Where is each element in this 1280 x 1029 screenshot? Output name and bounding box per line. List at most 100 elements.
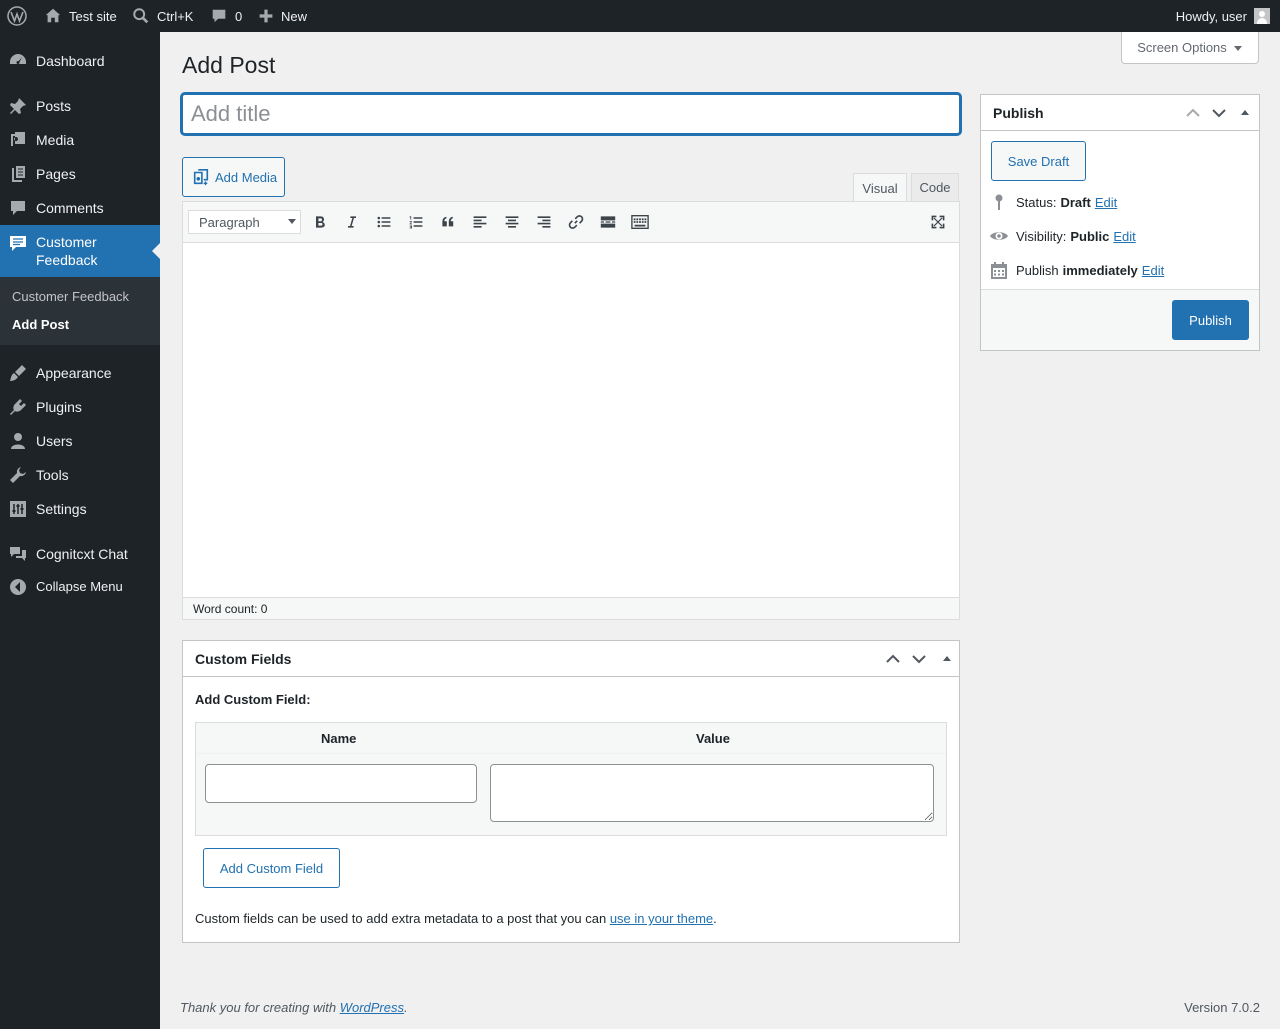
- save-draft-button[interactable]: Save Draft: [991, 141, 1086, 181]
- menu-item-pages[interactable]: Pages: [0, 163, 160, 185]
- publish-box: Publish Save Draft Status: Draft Edit Vi…: [980, 94, 1260, 351]
- main-content: Screen Options Add Post Add Media Visual…: [160, 32, 1280, 1029]
- editor-content-area[interactable]: [183, 243, 959, 597]
- numbered-list-icon[interactable]: [406, 212, 426, 232]
- custom-fields-title: Custom Fields: [195, 650, 292, 667]
- add-media-button[interactable]: Add Media: [182, 157, 285, 197]
- users-icon: [8, 431, 28, 451]
- column-header-value: Value: [696, 731, 730, 746]
- feedback-icon: [8, 233, 28, 253]
- custom-fields-header: Custom Fields: [183, 641, 959, 677]
- menu-label: Pages: [36, 166, 76, 182]
- publish-actions: Publish: [981, 289, 1259, 350]
- status-label: Status:: [1016, 194, 1057, 210]
- add-custom-field-button[interactable]: Add Custom Field: [203, 848, 340, 888]
- menu-item-tools[interactable]: Tools: [0, 464, 160, 486]
- fullscreen-icon[interactable]: [928, 212, 948, 232]
- menu-item-posts[interactable]: Posts: [0, 95, 160, 117]
- brush-icon: [8, 363, 28, 383]
- format-value: Paragraph: [199, 214, 260, 230]
- schedule-value: immediately: [1062, 262, 1138, 278]
- edit-visibility-link[interactable]: Edit: [1113, 229, 1135, 244]
- comment-icon: [212, 9, 226, 23]
- new-content-link[interactable]: New: [258, 0, 307, 32]
- post-status-row: Status: Draft Edit: [989, 192, 1117, 212]
- comments-link[interactable]: 0: [210, 0, 242, 32]
- tab-visual[interactable]: Visual: [853, 173, 907, 203]
- menu-item-users[interactable]: Users: [0, 430, 160, 452]
- submenu-customer-feedback: Customer Feedback Add Post: [0, 277, 160, 345]
- menu-label: Settings: [36, 501, 87, 517]
- move-up-icon[interactable]: [1184, 105, 1202, 121]
- footer-version: Version 7.0.2: [1184, 1000, 1260, 1015]
- align-right-icon[interactable]: [534, 212, 554, 232]
- admin-sidebar: Dashboard Posts Media Pages Comments Cus…: [0, 32, 160, 1029]
- my-account-link[interactable]: Howdy, user: [1176, 0, 1270, 32]
- menu-item-plugins[interactable]: Plugins: [0, 396, 160, 418]
- wrench-icon: [8, 465, 28, 485]
- current-menu-arrow: [152, 243, 160, 259]
- footer-thanks: Thank you for creating with WordPress.: [180, 1000, 408, 1015]
- new-label: New: [281, 8, 308, 24]
- dashboard-icon: [8, 51, 28, 71]
- menu-item-dashboard[interactable]: Dashboard: [0, 50, 160, 72]
- description-suffix: .: [713, 911, 717, 926]
- format-select[interactable]: Paragraph: [188, 210, 301, 234]
- admin-bar: Test site Ctrl+K 0 New Howdy, user: [0, 0, 1280, 32]
- site-name-link[interactable]: Test site: [44, 0, 117, 32]
- menu-label: Customer Feedback: [36, 234, 98, 268]
- custom-field-value-input[interactable]: [490, 764, 934, 822]
- triangle-down-icon: [1233, 45, 1242, 51]
- home-icon: [45, 8, 61, 23]
- collapse-menu-button[interactable]: Collapse Menu: [0, 577, 160, 597]
- visibility-row: Visibility: Public Edit: [989, 226, 1136, 246]
- toggle-panel-icon[interactable]: [1238, 105, 1256, 121]
- bullet-list-icon[interactable]: [374, 212, 394, 232]
- visibility-value: Public: [1070, 228, 1110, 244]
- move-up-icon[interactable]: [884, 651, 902, 667]
- edit-status-link[interactable]: Edit: [1095, 195, 1117, 210]
- menu-item-settings[interactable]: Settings: [0, 498, 160, 520]
- menu-label: Comments: [36, 200, 104, 216]
- wordpress-icon: [7, 6, 27, 26]
- toggle-panel-icon[interactable]: [940, 651, 958, 667]
- align-left-icon[interactable]: [470, 212, 490, 232]
- blockquote-icon[interactable]: [438, 212, 458, 232]
- collapse-icon: [8, 577, 28, 597]
- publish-button[interactable]: Publish: [1172, 300, 1249, 340]
- move-down-icon[interactable]: [910, 651, 928, 667]
- menu-label: Collapse Menu: [36, 579, 123, 594]
- submenu-item-customer-feedback[interactable]: Customer Feedback: [12, 289, 129, 304]
- menu-item-cognitcxt-chat[interactable]: Cognitcxt Chat: [0, 543, 160, 565]
- bold-icon[interactable]: [310, 212, 330, 232]
- menu-item-appearance[interactable]: Appearance: [0, 362, 160, 384]
- link-icon[interactable]: [566, 212, 586, 232]
- read-more-icon[interactable]: [598, 212, 618, 232]
- menu-item-media[interactable]: Media: [0, 129, 160, 151]
- menu-label: Media: [36, 132, 75, 148]
- command-palette-link[interactable]: Ctrl+K: [132, 0, 193, 32]
- wordpress-logo[interactable]: [7, 0, 27, 32]
- align-center-icon[interactable]: [502, 212, 522, 232]
- search-icon: [133, 8, 149, 24]
- menu-item-comments[interactable]: Comments: [0, 197, 160, 219]
- menu-item-customer-feedback[interactable]: Customer Feedback: [0, 225, 160, 277]
- plugin-icon: [8, 397, 28, 417]
- custom-field-name-input[interactable]: [205, 764, 477, 803]
- move-down-icon[interactable]: [1210, 105, 1228, 121]
- submenu-item-add-post[interactable]: Add Post: [12, 317, 69, 332]
- footer-thanks-text: Thank you for creating with: [180, 1000, 340, 1015]
- post-title-input[interactable]: [181, 93, 961, 135]
- schedule-label: Publish: [1016, 262, 1059, 278]
- use-in-theme-link[interactable]: use in your theme: [610, 911, 713, 926]
- italic-icon[interactable]: [342, 212, 362, 232]
- edit-schedule-link[interactable]: Edit: [1142, 263, 1164, 278]
- keyboard-icon[interactable]: [630, 212, 650, 232]
- screen-options-button[interactable]: Screen Options: [1121, 32, 1259, 64]
- sliders-icon: [8, 499, 28, 519]
- word-count: Word count: 0: [183, 597, 959, 619]
- schedule-row: Publish immediately Edit: [989, 260, 1164, 280]
- tab-code[interactable]: Code: [911, 173, 959, 202]
- wordpress-link[interactable]: WordPress: [340, 1000, 404, 1015]
- menu-label: Tools: [36, 467, 69, 483]
